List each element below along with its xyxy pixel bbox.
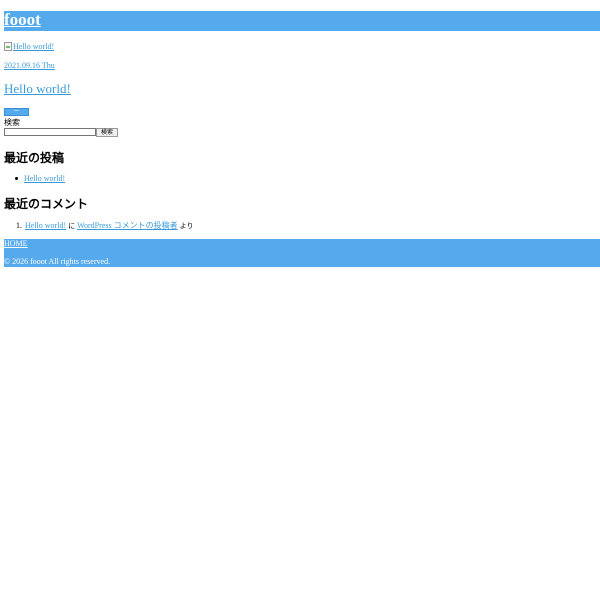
post-date-link[interactable]: 2021.09.16 Thu [4,61,55,70]
list-number: 1. [16,221,22,230]
footer-home-link[interactable]: HOME [4,239,28,248]
search-label: 検索 [4,118,20,127]
comment-connector: に [68,221,76,230]
recent-posts-heading: 最近の投稿 [4,151,65,165]
recent-post-link[interactable]: Hello world! [24,174,65,183]
post-thumbnail-alt: Hello world! [13,42,55,51]
recent-comments-heading: 最近のコメント [4,197,89,211]
page: fooot Hello world! 2021.09.16 Thu Hello … [0,0,600,600]
post-title-link[interactable]: Hello world! [4,81,71,97]
search-submit-button[interactable]: 検索 [96,128,118,137]
comment-post-link[interactable]: Hello world! [25,221,66,230]
search-input[interactable] [4,128,96,136]
broken-image-icon [4,42,12,51]
site-footer: HOME © 2026 fooot All rights reserved. [4,239,600,267]
comment-suffix: より [179,221,194,230]
bullet-icon [15,177,18,180]
widget-toggle-button[interactable]: ー [4,108,29,116]
copyright-text: © 2026 fooot All rights reserved. [4,257,111,266]
list-item: 1. Hello world! に WordPress コメントの投稿者 より [16,220,195,231]
list-item: Hello world! [15,174,65,183]
site-header: fooot [4,9,600,31]
site-title-link[interactable]: fooot [4,9,41,31]
post-thumbnail-link[interactable]: Hello world! [4,42,54,51]
comment-author-link[interactable]: WordPress コメントの投稿者 [77,220,177,231]
